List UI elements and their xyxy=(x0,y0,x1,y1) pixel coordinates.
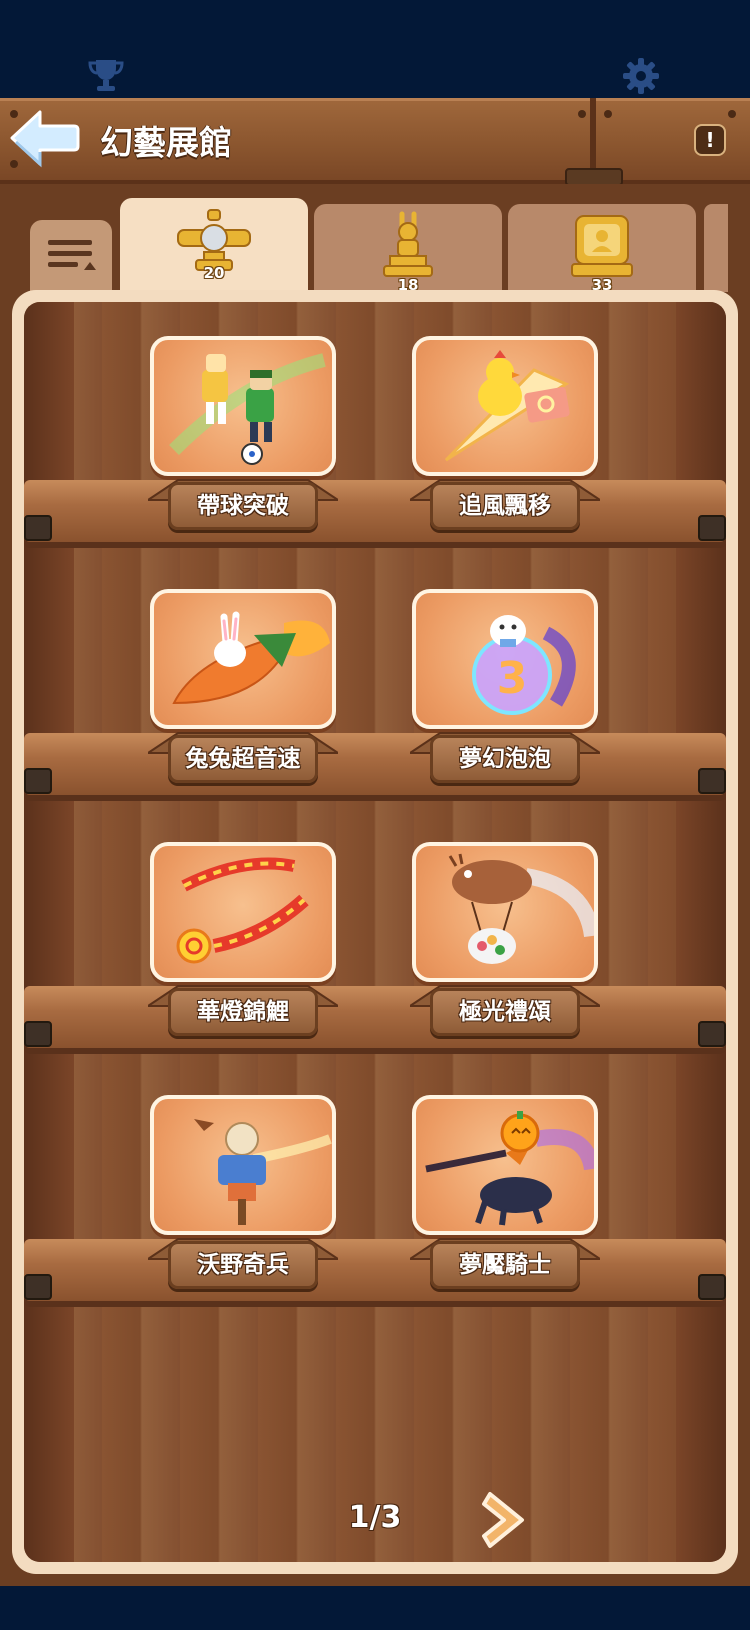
page-title: 幻藝展館 xyxy=(100,123,232,162)
tab-bar: 20 18 33 xyxy=(0,184,750,294)
item-card-chick-kite[interactable] xyxy=(412,336,598,476)
item-card-scarecrow[interactable] xyxy=(150,1095,336,1235)
item-label: 帶球突破 xyxy=(197,493,289,519)
item-card-bunny-rocket[interactable] xyxy=(150,589,336,729)
frame-trophy-icon xyxy=(571,215,633,277)
scarecrow-icon xyxy=(194,1119,332,1225)
shelf-bracket xyxy=(698,768,726,794)
shelf-plank xyxy=(24,986,726,1048)
pumpkin-knight-icon xyxy=(425,1111,594,1226)
gear-icon[interactable] xyxy=(621,56,661,96)
item-label-plaque: 追風飄移 xyxy=(430,482,580,530)
item-label-plaque: 兔兔超音速 xyxy=(168,735,318,783)
shelf-bracket xyxy=(24,1274,52,1300)
item-label-plaque: 極光禮頌 xyxy=(430,988,580,1036)
koi-lantern-icon xyxy=(176,857,309,964)
soccer-dribble-icon xyxy=(169,353,326,465)
shelf-plank xyxy=(24,733,726,795)
chick-kite-icon xyxy=(444,350,570,462)
tab-overflow[interactable] xyxy=(704,204,728,292)
nail xyxy=(604,110,612,118)
rabbit-trophy-icon xyxy=(383,211,433,277)
svg-text:3: 3 xyxy=(497,653,528,704)
item-label-plaque: 帶球突破 xyxy=(168,482,318,530)
shelf-bracket xyxy=(698,1021,726,1047)
list-sort-icon[interactable] xyxy=(30,220,112,292)
item-label: 極光禮頌 xyxy=(459,999,551,1025)
exclamation-icon[interactable]: ! xyxy=(694,124,726,156)
item-label: 夢魘騎士 xyxy=(459,1252,551,1278)
bunny-rocket-icon xyxy=(172,611,330,705)
shelf-bracket xyxy=(24,515,52,541)
item-label-plaque: 沃野奇兵 xyxy=(168,1241,318,1289)
tab-frame-trophy[interactable]: 33 xyxy=(508,204,696,294)
status-bar xyxy=(0,0,750,98)
shelf-plank xyxy=(24,480,726,542)
chevron-right-icon[interactable] xyxy=(482,1488,534,1552)
item-card-bubble-bear[interactable]: 3 xyxy=(412,589,598,729)
page-indicator: 1/3 xyxy=(348,1500,402,1535)
shelf-bracket xyxy=(698,1274,726,1300)
bottom-bar xyxy=(0,1586,750,1630)
back-arrow-icon[interactable] xyxy=(8,108,80,168)
list-sort-icon xyxy=(48,240,96,270)
item-label: 兔兔超音速 xyxy=(185,746,301,772)
shelf-bracket xyxy=(24,768,52,794)
item-card-airship-gift[interactable] xyxy=(412,842,598,982)
trophy-icon[interactable] xyxy=(86,56,126,96)
shelf-plank xyxy=(24,1239,726,1301)
item-card-soccer-dribble[interactable] xyxy=(150,336,336,476)
shelf-bracket xyxy=(698,515,726,541)
tab-rabbit-trophy[interactable]: 18 xyxy=(314,204,502,294)
item-label-plaque: 夢幻泡泡 xyxy=(430,735,580,783)
bubble-bear-icon: 3 xyxy=(472,615,576,715)
airship-gift-icon xyxy=(448,853,594,964)
item-label-plaque: 夢魘騎士 xyxy=(430,1241,580,1289)
item-label: 夢幻泡泡 xyxy=(459,746,551,772)
item-label: 追風飄移 xyxy=(459,493,551,519)
item-label: 華燈錦鯉 xyxy=(197,999,289,1025)
tab-count: 20 xyxy=(203,264,225,282)
item-label: 沃野奇兵 xyxy=(197,1252,289,1278)
item-label-plaque: 華燈錦鯉 xyxy=(168,988,318,1036)
item-card-koi-lantern[interactable] xyxy=(150,842,336,982)
tab-plane-trophy[interactable]: 20 xyxy=(120,198,308,294)
nail xyxy=(728,110,736,118)
nail xyxy=(578,110,586,118)
item-card-pumpkin-knight[interactable] xyxy=(412,1095,598,1235)
shelf-bracket xyxy=(24,1021,52,1047)
